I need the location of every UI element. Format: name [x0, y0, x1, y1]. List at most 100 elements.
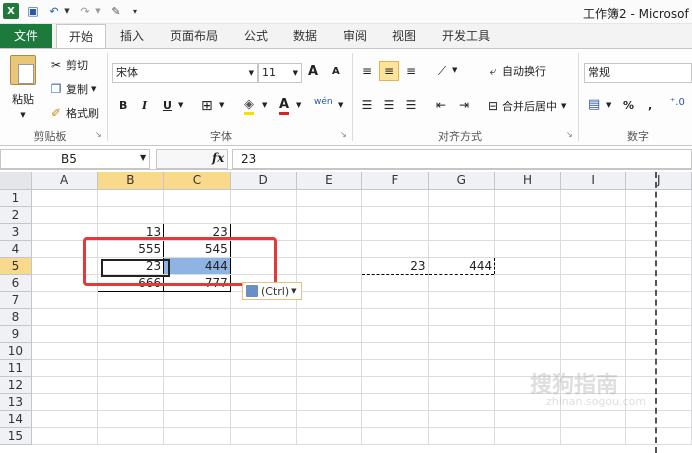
- cell[interactable]: [97, 189, 165, 207]
- cell[interactable]: [560, 325, 627, 343]
- cell[interactable]: [31, 189, 98, 207]
- font-size-select[interactable]: 11 ▼: [258, 63, 302, 83]
- cell[interactable]: [296, 189, 363, 207]
- fill-color-dropdown-icon[interactable]: ▼: [262, 101, 267, 109]
- cell-b4[interactable]: 555: [96, 239, 165, 258]
- cell[interactable]: [560, 223, 627, 241]
- increase-indent-icon[interactable]: ⇥: [454, 95, 474, 115]
- grow-font-button[interactable]: A: [308, 64, 318, 79]
- cell[interactable]: [361, 206, 429, 224]
- cell[interactable]: [230, 206, 297, 224]
- cell[interactable]: [296, 240, 363, 258]
- align-middle-icon[interactable]: ≡: [379, 61, 399, 81]
- cell[interactable]: [230, 393, 297, 411]
- cell[interactable]: [97, 291, 165, 309]
- row-header[interactable]: 2: [0, 206, 32, 224]
- row-header[interactable]: 7: [0, 291, 32, 309]
- cell[interactable]: [230, 189, 297, 207]
- cell[interactable]: [625, 308, 692, 326]
- cell[interactable]: [494, 325, 561, 343]
- cell[interactable]: [428, 240, 496, 258]
- cell[interactable]: [31, 342, 98, 360]
- cell[interactable]: [31, 257, 98, 275]
- save-icon[interactable]: ▣: [26, 3, 40, 19]
- row-header[interactable]: 13: [0, 393, 32, 411]
- cell[interactable]: [31, 206, 98, 224]
- cell[interactable]: [560, 342, 627, 360]
- cell[interactable]: [163, 325, 231, 343]
- orientation-icon[interactable]: ⟋: [432, 61, 452, 81]
- row-header[interactable]: 15: [0, 427, 32, 445]
- cell[interactable]: [97, 206, 165, 224]
- column-header-d[interactable]: D: [230, 172, 297, 190]
- cell[interactable]: [494, 291, 561, 309]
- cell[interactable]: [560, 274, 627, 292]
- cell[interactable]: [163, 410, 231, 428]
- column-header-c[interactable]: C: [163, 172, 231, 190]
- cell[interactable]: [494, 257, 561, 275]
- align-left-icon[interactable]: ☰: [357, 95, 377, 115]
- font-color-dropdown-icon[interactable]: ▼: [296, 101, 301, 109]
- cell[interactable]: [494, 240, 561, 258]
- cell-b6[interactable]: 666: [96, 273, 165, 292]
- font-color-button[interactable]: A: [279, 97, 290, 115]
- row-header[interactable]: 10: [0, 342, 32, 360]
- column-header-j[interactable]: J: [625, 172, 692, 190]
- formula-input[interactable]: 23: [232, 149, 692, 169]
- tab-view[interactable]: 视图: [384, 24, 424, 48]
- row-header[interactable]: 8: [0, 308, 32, 326]
- customize-toolbar-icon[interactable]: ▾: [130, 3, 140, 19]
- cell[interactable]: [296, 393, 363, 411]
- cell[interactable]: [428, 206, 496, 224]
- tab-home[interactable]: 开始: [56, 24, 106, 49]
- cell[interactable]: [428, 376, 496, 394]
- cell[interactable]: [31, 359, 98, 377]
- row-header[interactable]: 12: [0, 376, 32, 394]
- align-bottom-icon[interactable]: ≡: [401, 61, 421, 81]
- cell-b5[interactable]: 23: [96, 256, 165, 275]
- alignment-launcher-icon[interactable]: ↘: [566, 130, 573, 139]
- cell[interactable]: [31, 240, 98, 258]
- column-header-f[interactable]: F: [361, 172, 429, 190]
- cell[interactable]: [296, 342, 363, 360]
- cell[interactable]: [625, 223, 692, 241]
- cell[interactable]: [494, 427, 561, 445]
- cell[interactable]: [560, 189, 627, 207]
- column-header-e[interactable]: E: [296, 172, 363, 190]
- cell[interactable]: [625, 410, 692, 428]
- cell[interactable]: [163, 359, 231, 377]
- increase-decimal-icon[interactable]: ⁺.0: [670, 97, 685, 108]
- cell[interactable]: [296, 223, 363, 241]
- phonetic-button[interactable]: wén: [314, 97, 333, 107]
- cell[interactable]: [494, 206, 561, 224]
- cell[interactable]: [625, 189, 692, 207]
- cell[interactable]: [428, 325, 496, 343]
- column-header-a[interactable]: A: [31, 172, 98, 190]
- tab-insert[interactable]: 插入: [112, 24, 152, 48]
- cell[interactable]: [296, 359, 363, 377]
- format-painter-button[interactable]: ✐ 格式刷: [48, 105, 99, 121]
- cell[interactable]: [230, 223, 297, 241]
- cell[interactable]: [428, 291, 496, 309]
- cell[interactable]: [625, 274, 692, 292]
- paint-brush-icon[interactable]: ✎: [108, 3, 124, 19]
- cell[interactable]: [428, 223, 496, 241]
- cell[interactable]: [428, 427, 496, 445]
- column-header-i[interactable]: I: [560, 172, 627, 190]
- number-format-select[interactable]: 常规: [584, 63, 692, 83]
- cell-g5[interactable]: 444: [428, 256, 496, 275]
- cell[interactable]: [31, 376, 98, 394]
- cell[interactable]: [31, 274, 98, 292]
- cell[interactable]: [361, 274, 429, 292]
- cell[interactable]: [494, 410, 561, 428]
- row-header[interactable]: 4: [0, 240, 32, 258]
- insert-function-icon[interactable]: fx: [212, 151, 224, 165]
- cell[interactable]: [230, 359, 297, 377]
- cell[interactable]: [428, 274, 496, 292]
- cell[interactable]: [97, 342, 165, 360]
- wrap-text-button[interactable]: ⤶ 自动换行: [486, 63, 546, 79]
- cell[interactable]: [361, 410, 429, 428]
- cell[interactable]: [361, 427, 429, 445]
- name-box-dropdown-icon[interactable]: ▼: [140, 153, 146, 162]
- italic-button[interactable]: I: [142, 99, 147, 112]
